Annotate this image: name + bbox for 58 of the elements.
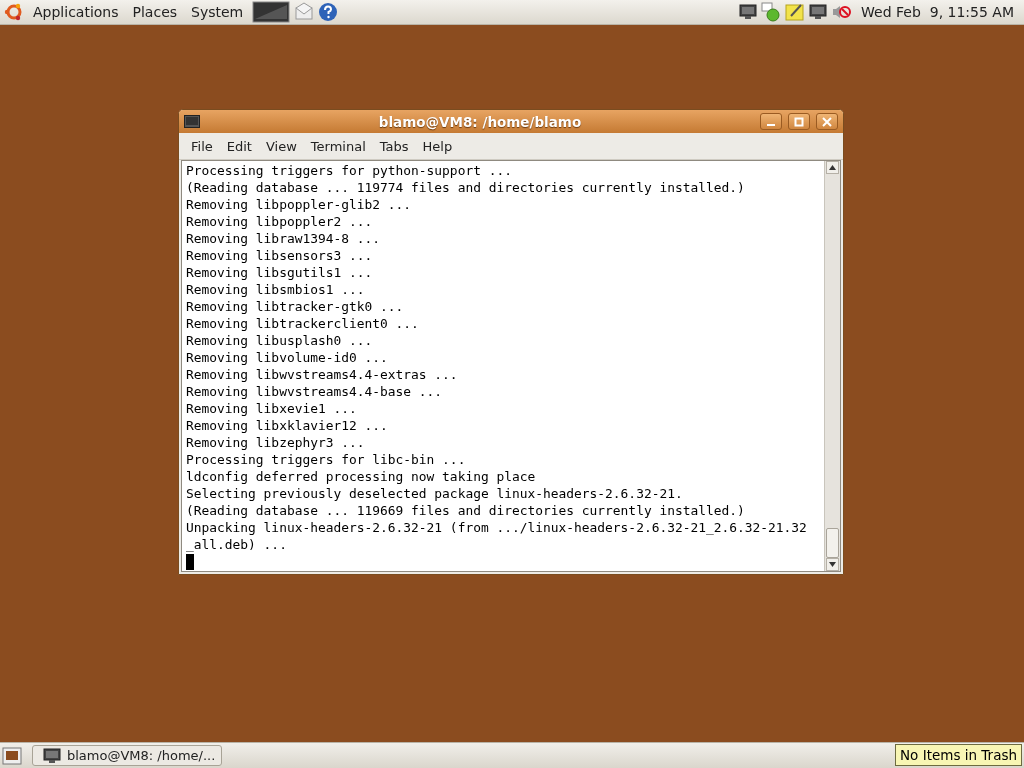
minimize-icon <box>767 123 775 126</box>
workspace-icon[interactable] <box>739 4 758 20</box>
terminal-line: (Reading database ... 119669 files and directories currently installed.) <box>186 502 746 519</box>
text-cursor <box>186 554 194 570</box>
terminal-line: Removing libsensors3 ... <box>186 247 374 264</box>
network-icon[interactable] <box>761 2 782 22</box>
menu-item[interactable]: View <box>259 135 303 157</box>
terminal-icon[interactable] <box>43 747 61 764</box>
panel-menu[interactable]: Places <box>127 2 183 22</box>
show-desktop-icon[interactable] <box>2 746 22 765</box>
scrollbar-thumb[interactable] <box>826 528 839 558</box>
panel-menu[interactable]: Applications <box>28 2 124 22</box>
ubuntu-logo-icon[interactable] <box>4 2 24 22</box>
minimize-button[interactable] <box>760 113 782 130</box>
terminal-line: Removing libwvstreams4.4-base ... <box>186 383 444 400</box>
window-title: blamo@VM8: /home/blamo <box>377 113 583 130</box>
terminal-line: _all.deb) ... <box>186 536 288 553</box>
terminal-line: Removing libusplash0 ... <box>186 332 374 349</box>
terminal-line: Removing libpoppler-glib2 ... <box>186 196 413 213</box>
terminal-line: Removing libxklavier12 ... <box>186 417 389 434</box>
help-icon[interactable] <box>318 2 339 22</box>
terminal-line: Processing triggers for python-support ... <box>186 162 513 179</box>
menu-item[interactable]: Help <box>416 135 459 157</box>
terminal-line: Removing libpoppler2 ... <box>186 213 374 230</box>
terminal-line: ldconfig deferred processing now taking place <box>186 468 537 485</box>
desktop-launcher-icon[interactable] <box>252 1 291 23</box>
menu-item[interactable]: Tabs <box>373 135 415 157</box>
menu-item[interactable]: File <box>185 135 219 157</box>
clock[interactable]: Wed Feb 9, 11:55 AM <box>855 4 1020 20</box>
maximize-button[interactable] <box>788 113 810 130</box>
terminal-icon <box>184 115 200 128</box>
terminal-line: Processing triggers for libc-bin ... <box>186 451 467 468</box>
terminal-line: Selecting previously deselected package linux-headers-2.6.32-21. <box>186 485 684 502</box>
terminal-line: Removing libzephyr3 ... <box>186 434 366 451</box>
terminal-line: Removing libtracker-gtk0 ... <box>186 298 405 315</box>
computer-icon[interactable] <box>809 4 828 20</box>
terminal-line: Removing libtrackerclient0 ... <box>186 315 420 332</box>
close-icon <box>822 116 832 127</box>
terminal-line: (Reading database ... 119774 files and directories currently installed.) <box>186 179 746 196</box>
notes-icon[interactable] <box>785 2 806 22</box>
terminal-line: Unpacking linux-headers-2.6.32-21 (from .../linux-headers-2.6.32-21_2.6.32-21.32 <box>186 519 808 536</box>
terminal-line: Removing libxevie1 ... <box>186 400 358 417</box>
scroll-down-icon[interactable] <box>829 562 836 567</box>
scroll-up-icon[interactable] <box>829 165 836 170</box>
speaker-muted-icon[interactable] <box>831 3 852 21</box>
terminal-line: Removing libsmbios1 ... <box>186 281 366 298</box>
maximize-icon <box>794 116 804 127</box>
tooltip: No Items in Trash <box>895 744 1022 766</box>
menu-item[interactable]: Edit <box>220 135 258 157</box>
terminal-line: Removing libvolume-id0 ... <box>186 349 389 366</box>
menu-item[interactable]: Terminal <box>304 135 372 157</box>
close-button[interactable] <box>816 113 838 130</box>
terminal-line: Removing libsgutils1 ... <box>186 264 374 281</box>
terminal-line: Removing libraw1394-8 ... <box>186 230 382 247</box>
terminal-line: Removing libwvstreams4.4-extras ... <box>186 366 459 383</box>
panel-menu[interactable]: System <box>186 2 249 22</box>
scrollbar[interactable] <box>824 161 840 571</box>
taskbar-button[interactable]: blamo@VM8: /home/... <box>32 745 222 766</box>
